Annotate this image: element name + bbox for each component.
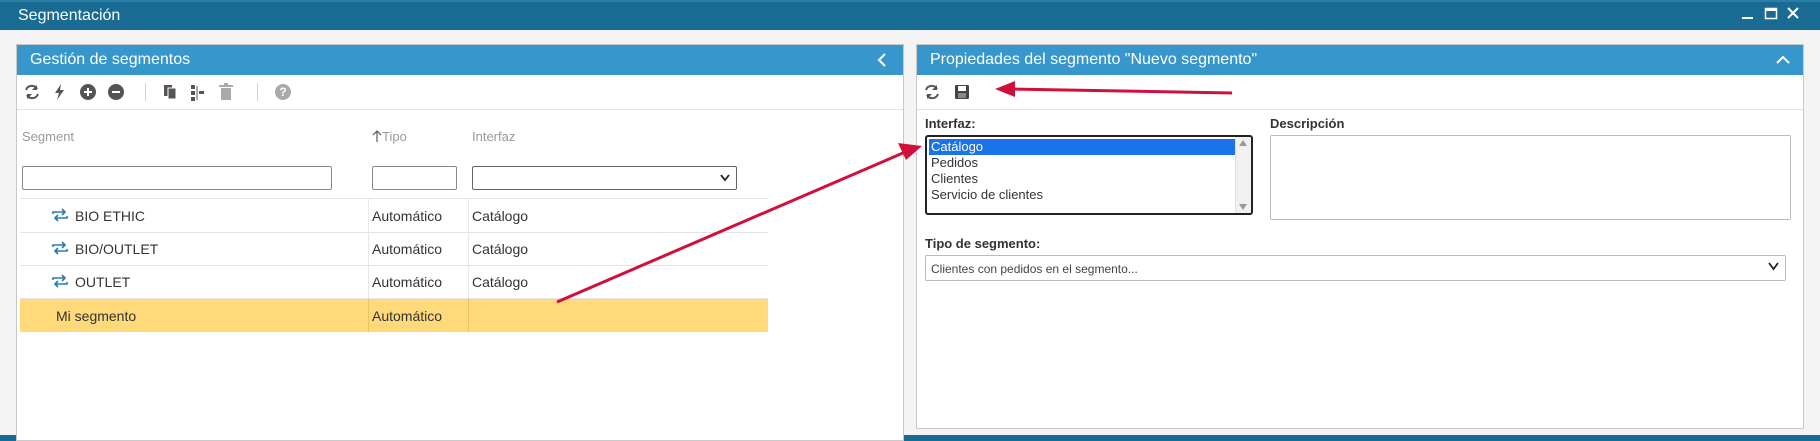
arrow-to-save [995,81,1233,97]
arrow-to-interfaz [556,143,922,304]
annotation-arrows [556,81,1233,304]
